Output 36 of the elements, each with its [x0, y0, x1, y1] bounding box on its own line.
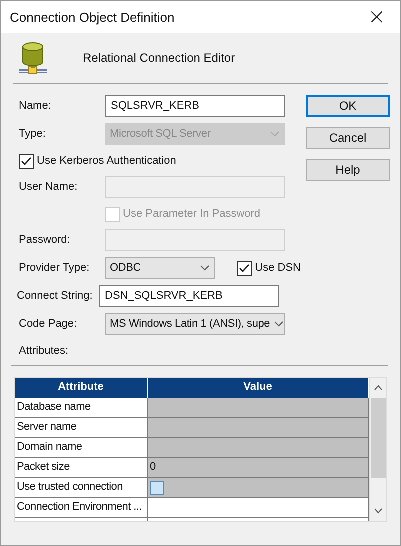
database-icon: [19, 42, 47, 76]
field-label: Connect String:: [17, 290, 94, 302]
scroll-thumb[interactable]: [370, 398, 386, 478]
checkbox-label: Use DSN: [255, 262, 301, 274]
dropdown[interactable]: MS Windows Latin 1 (ANSI), supe: [105, 313, 285, 335]
checkbox-label: Use Kerberos Authentication: [37, 155, 176, 167]
editor-heading: Relational Connection Editor: [83, 51, 236, 65]
checkbox-label: Use Parameter In Password: [123, 208, 261, 220]
input-field[interactable]: SQLSRVR_KERB: [105, 95, 285, 117]
scroll-down-icon[interactable]: [374, 508, 382, 514]
caret-icon: [270, 131, 280, 137]
field-label: Type:: [19, 128, 47, 140]
section-label: Attributes:: [19, 345, 70, 357]
checkbox[interactable]: [19, 154, 34, 168]
dropdown: Microsoft SQL Server: [105, 123, 285, 145]
dialog-button[interactable]: Help: [306, 159, 390, 181]
caret-icon: [200, 265, 210, 271]
field-label: Code Page:: [19, 318, 78, 330]
window-title: Connection Object Definition: [10, 10, 175, 24]
dialog-button[interactable]: Cancel: [306, 127, 390, 149]
dialog-button[interactable]: OK: [306, 95, 390, 117]
column-header: Value: [148, 378, 369, 398]
input-field[interactable]: DSN_SQLSRVR_KERB: [99, 285, 279, 307]
field-label: Name:: [19, 100, 52, 112]
table-cell: 0: [148, 458, 369, 478]
scroll-up-icon[interactable]: [374, 385, 382, 391]
close-button[interactable]: ×: [354, 1, 400, 33]
table-cell: Connection Environment ...: [15, 498, 148, 518]
field-label: Provider Type:: [19, 262, 91, 274]
scrollbar[interactable]: [369, 378, 386, 521]
field-label: User Name:: [19, 181, 79, 193]
checkbox[interactable]: [237, 260, 252, 276]
column-header: Attribute: [15, 378, 148, 398]
field-label: Password:: [19, 234, 72, 246]
caret-icon: [274, 321, 284, 327]
dropdown[interactable]: ODBC: [105, 257, 216, 279]
